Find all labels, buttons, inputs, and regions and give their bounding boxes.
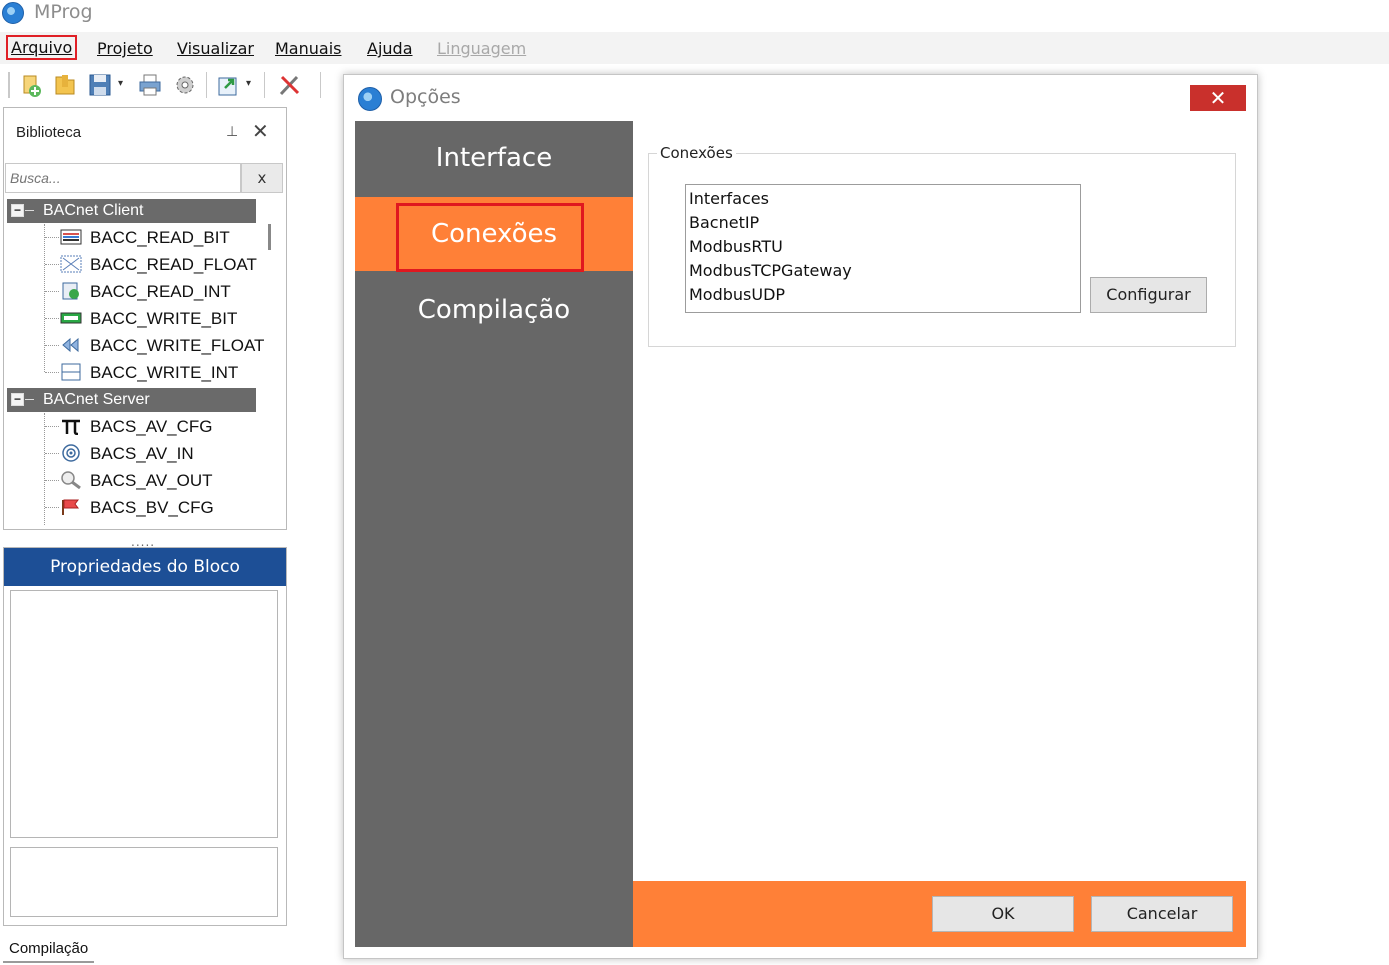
tree-group-bacnet-server[interactable]: − BACnet Server — [7, 388, 256, 412]
options-content: Conexões Interfaces BacnetIP ModbusRTU M… — [633, 121, 1246, 881]
properties-grid[interactable] — [10, 590, 278, 838]
ok-button[interactable]: OK — [932, 896, 1074, 932]
tools-icon[interactable] — [277, 72, 303, 98]
nav-compilacao[interactable]: Compilação — [355, 273, 633, 347]
list-item[interactable]: BacnetIP — [689, 211, 1077, 235]
connections-group-title: Conexões — [657, 144, 736, 162]
save-dropdown-icon[interactable]: ▾ — [118, 78, 123, 89]
open-folder-icon[interactable] — [52, 72, 78, 98]
properties-header: Propriedades do Bloco — [4, 548, 286, 586]
selection-highlight — [396, 203, 584, 272]
read-int-icon — [62, 282, 79, 300]
collapse-icon[interactable]: − — [11, 204, 24, 217]
tree-group-bacnet-client[interactable]: − BACnet Client — [7, 199, 256, 223]
menu-bar: Arquivo Projeto Visualizar Manuais Ajuda… — [0, 32, 1389, 64]
export-icon[interactable] — [216, 72, 242, 98]
dialog-footer: OK Cancelar — [633, 881, 1246, 947]
menu-projeto[interactable]: Projeto — [93, 37, 157, 60]
menu-visualizar[interactable]: Visualizar — [173, 37, 258, 60]
collapse-icon[interactable]: − — [11, 393, 24, 406]
app-title: MProg — [34, 1, 93, 23]
save-icon[interactable] — [87, 72, 113, 98]
magnifier-icon — [61, 471, 81, 489]
menu-linguagem[interactable]: Linguagem — [433, 37, 530, 60]
title-bar: MProg — [0, 0, 1389, 30]
options-dialog: Opções ✕ Interface Conexões Compilação C… — [343, 74, 1258, 959]
toolbar-separator — [206, 72, 207, 98]
dialog-title: Opções — [390, 86, 461, 108]
write-bit-icon — [60, 312, 82, 324]
app-logo-icon — [2, 2, 24, 24]
flag-icon — [62, 499, 79, 515]
cancel-button[interactable]: Cancelar — [1091, 896, 1233, 932]
toolbar-grip — [8, 72, 10, 98]
tree-group-label: BACnet Client — [43, 202, 144, 219]
list-item[interactable]: ModbusTCPGateway — [689, 259, 1077, 283]
list-item[interactable]: Interfaces — [689, 187, 1077, 211]
search-clear-button[interactable]: x — [241, 163, 283, 193]
library-title: Biblioteca — [16, 124, 82, 141]
print-icon[interactable] — [137, 72, 163, 98]
dialog-close-button[interactable]: ✕ — [1190, 85, 1246, 111]
export-dropdown-icon[interactable]: ▾ — [246, 78, 251, 89]
write-int-icon — [61, 363, 81, 381]
library-panel: Biblioteca ⊥ ✕ x − BACnet Client BACC_RE… — [3, 107, 287, 530]
options-nav: Interface Conexões Compilação — [355, 121, 633, 947]
read-float-icon — [60, 255, 82, 273]
list-item[interactable]: ModbusRTU — [689, 235, 1077, 259]
library-close-icon[interactable]: ✕ — [252, 119, 269, 143]
pi-icon — [62, 419, 80, 435]
tab-compilacao[interactable]: Compilação — [3, 938, 95, 963]
library-scrollbar[interactable] — [268, 224, 271, 250]
toolbar-separator — [320, 72, 321, 98]
configurar-button[interactable]: Configurar — [1090, 277, 1207, 313]
pin-icon[interactable]: ⊥ — [226, 124, 238, 140]
properties-panel: Propriedades do Bloco — [3, 547, 287, 926]
properties-description — [10, 847, 278, 917]
write-float-icon — [62, 337, 79, 353]
settings-gear-icon[interactable] — [172, 72, 198, 98]
tree-group-label: BACnet Server — [43, 391, 150, 408]
library-search-input[interactable] — [5, 163, 241, 193]
menu-ajuda[interactable]: Ajuda — [363, 37, 417, 60]
list-item[interactable]: ModbusUDP — [689, 283, 1077, 307]
connections-list[interactable]: Interfaces BacnetIP ModbusRTU ModbusTCPG… — [685, 184, 1081, 313]
nav-interface[interactable]: Interface — [355, 121, 633, 195]
new-project-icon[interactable] — [18, 72, 44, 98]
menu-manuais[interactable]: Manuais — [271, 37, 345, 60]
antenna-icon — [62, 444, 80, 462]
toolbar-separator — [264, 72, 265, 98]
dialog-logo-icon — [358, 87, 382, 111]
read-bit-icon — [60, 229, 82, 245]
menu-arquivo[interactable]: Arquivo — [6, 35, 78, 60]
